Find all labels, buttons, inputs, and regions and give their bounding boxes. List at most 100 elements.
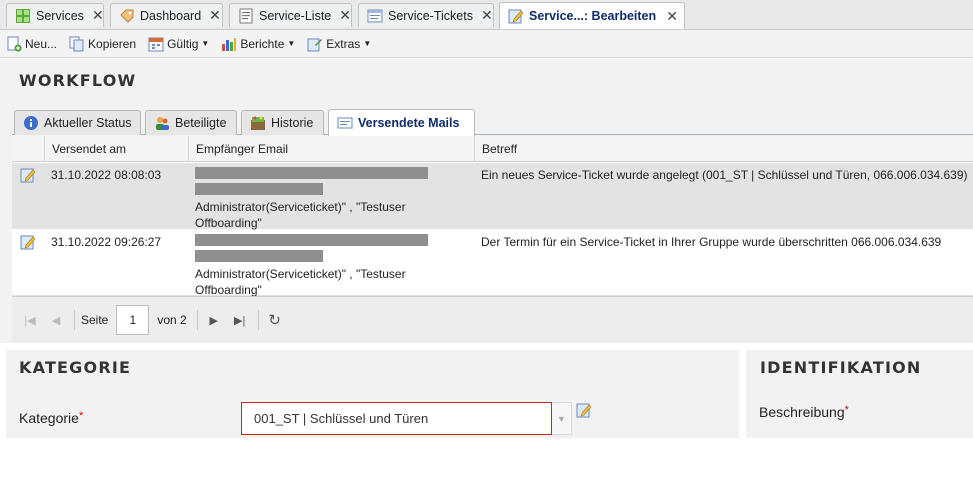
page-number-input[interactable]: 1 (116, 305, 150, 335)
edit-icon[interactable] (20, 167, 36, 187)
tab-label: Service-Tickets (388, 8, 473, 23)
tab-services[interactable]: Services ✕ (6, 3, 104, 27)
bar-chart-icon (221, 36, 237, 52)
table-row[interactable]: 31.10.2022 08:08:03 Administrator(Servic… (12, 163, 973, 231)
tab-historie[interactable]: Historie (241, 110, 324, 135)
reports-dropdown-button[interactable]: Berichte ▼ (221, 36, 295, 52)
tab-beteiligte[interactable]: Beteiligte (145, 110, 237, 135)
ticket-icon (367, 8, 383, 24)
mail-icon (337, 115, 353, 131)
subject-cell: Der Termin für ein Service-Ticket in Ihr… (481, 235, 942, 249)
new-label: Neu... (25, 36, 58, 51)
kategorie-label-text: Kategorie (19, 410, 79, 426)
next-page-icon[interactable]: ▶ (204, 310, 224, 330)
tab-service-bearbeiten[interactable]: Service...: Bearbeiten ✕ (499, 2, 685, 29)
separator (196, 310, 198, 330)
prev-page-icon[interactable]: ◀ (46, 310, 66, 330)
extras-icon (307, 36, 323, 52)
tab-label: Service-Liste (259, 8, 332, 23)
recipient-line: Offboarding" (195, 283, 262, 296)
tag-icon (119, 8, 135, 24)
extras-label: Extras (326, 36, 361, 51)
kategorie-combobox[interactable]: 001_ST | Schlüssel und Türen (241, 402, 552, 435)
valid-label: Gültig (167, 36, 199, 51)
new-document-icon (6, 36, 22, 52)
column-header-recipient[interactable]: Empfänger Email (188, 136, 474, 162)
workflow-tabs: Aktueller Status Beteiligte Historie Ver… (12, 109, 973, 136)
tab-label: Service...: Bearbeiten (529, 9, 657, 23)
edit-form-icon (508, 8, 524, 24)
users-icon (154, 115, 170, 131)
list-icon (238, 8, 254, 24)
tab-label: Historie (271, 116, 314, 130)
separator (74, 310, 75, 330)
calendar-icon (148, 36, 164, 52)
recipient-line: Offboarding" (195, 216, 262, 230)
table-row[interactable]: 31.10.2022 09:26:27 Administrator(Servic… (12, 230, 973, 296)
copy-icon (69, 36, 85, 52)
close-icon[interactable]: ✕ (666, 8, 678, 25)
info-icon (23, 115, 39, 131)
recipient-line: Administrator(Serviceticket)" , "Testuse… (195, 200, 406, 214)
beschreibung-label-text: Beschreibung (759, 404, 845, 420)
page-label: Seite (81, 313, 109, 327)
new-button[interactable]: Neu... (6, 36, 57, 52)
chevron-down-icon[interactable]: ▼ (552, 402, 572, 435)
copy-button[interactable]: Kopieren (69, 36, 136, 52)
tab-aktueller-status[interactable]: Aktueller Status (14, 110, 141, 135)
caret-down-icon: ▼ (201, 39, 210, 48)
tab-label: Services (36, 8, 84, 23)
mail-grid: Versendet am Empfänger Email Betreff 31.… (12, 136, 973, 296)
required-mark: * (844, 404, 849, 416)
caret-down-icon: ▼ (287, 39, 296, 48)
sent-date: 31.10.2022 08:08:03 (51, 168, 162, 182)
tab-bar: Services ✕ Dashboard ✕ Service-Liste ✕ S… (0, 0, 973, 30)
recipient-line: Administrator(Serviceticket)" , "Testuse… (195, 267, 406, 281)
extras-dropdown-button[interactable]: Extras ▼ (307, 36, 371, 52)
caret-down-icon: ▼ (363, 39, 372, 48)
grid-header: Versendet am Empfänger Email Betreff (12, 136, 973, 162)
recipient-cell: Administrator(Serviceticket)" , "Testuse… (195, 234, 465, 296)
kategorie-title: KATEGORIE (19, 358, 132, 377)
tab-label: Versendete Mails (358, 116, 460, 130)
edit-icon[interactable] (20, 234, 36, 254)
tab-dashboard[interactable]: Dashboard ✕ (110, 3, 223, 27)
reports-label: Berichte (240, 36, 285, 51)
tab-label: Dashboard (140, 8, 202, 23)
toolbar: Neu... Kopieren Gültig ▼ Berichte ▼ Extr… (0, 30, 973, 58)
redacted-block (195, 250, 323, 262)
tab-service-liste[interactable]: Service-Liste ✕ (229, 3, 352, 27)
kategorie-field-label: Kategorie* (19, 410, 83, 426)
redacted-block (195, 234, 428, 246)
tab-versendete-mails[interactable]: Versendete Mails (328, 109, 475, 136)
close-icon[interactable]: ✕ (209, 7, 221, 24)
column-header-icon (12, 136, 44, 162)
history-icon (250, 115, 266, 131)
identifikation-title: IDENTIFIKATION (760, 358, 922, 377)
workflow-title: WORKFLOW (19, 71, 137, 90)
tab-label: Aktueller Status (44, 116, 132, 130)
paging-toolbar: |◀ ◀ Seite 1 von 2 ▶ ▶| ↻ (12, 296, 973, 343)
close-icon[interactable]: ✕ (481, 7, 493, 24)
separator (257, 310, 259, 330)
edit-icon[interactable] (576, 402, 592, 421)
sent-date: 31.10.2022 09:26:27 (51, 235, 162, 249)
last-page-icon[interactable]: ▶| (230, 310, 250, 330)
required-mark: * (78, 410, 84, 422)
tab-label: Beteiligte (175, 116, 227, 130)
tab-service-tickets[interactable]: Service-Tickets ✕ (358, 3, 494, 27)
redacted-block (195, 167, 428, 179)
services-grid-icon (15, 8, 31, 24)
column-header-subject[interactable]: Betreff (474, 136, 973, 162)
column-header-date[interactable]: Versendet am (44, 136, 188, 162)
redacted-block (195, 183, 323, 195)
subject-cell: Ein neues Service-Ticket wurde angelegt … (481, 168, 968, 182)
beschreibung-field-label: Beschreibung* (759, 404, 849, 420)
refresh-icon[interactable]: ↻ (265, 310, 285, 330)
page-count-label: von 2 (157, 313, 187, 327)
valid-dropdown-button[interactable]: Gültig ▼ (148, 36, 209, 52)
close-icon[interactable]: ✕ (339, 7, 351, 24)
recipient-cell: Administrator(Serviceticket)" , "Testuse… (195, 167, 465, 231)
first-page-icon[interactable]: |◀ (20, 310, 40, 330)
close-icon[interactable]: ✕ (92, 7, 104, 24)
